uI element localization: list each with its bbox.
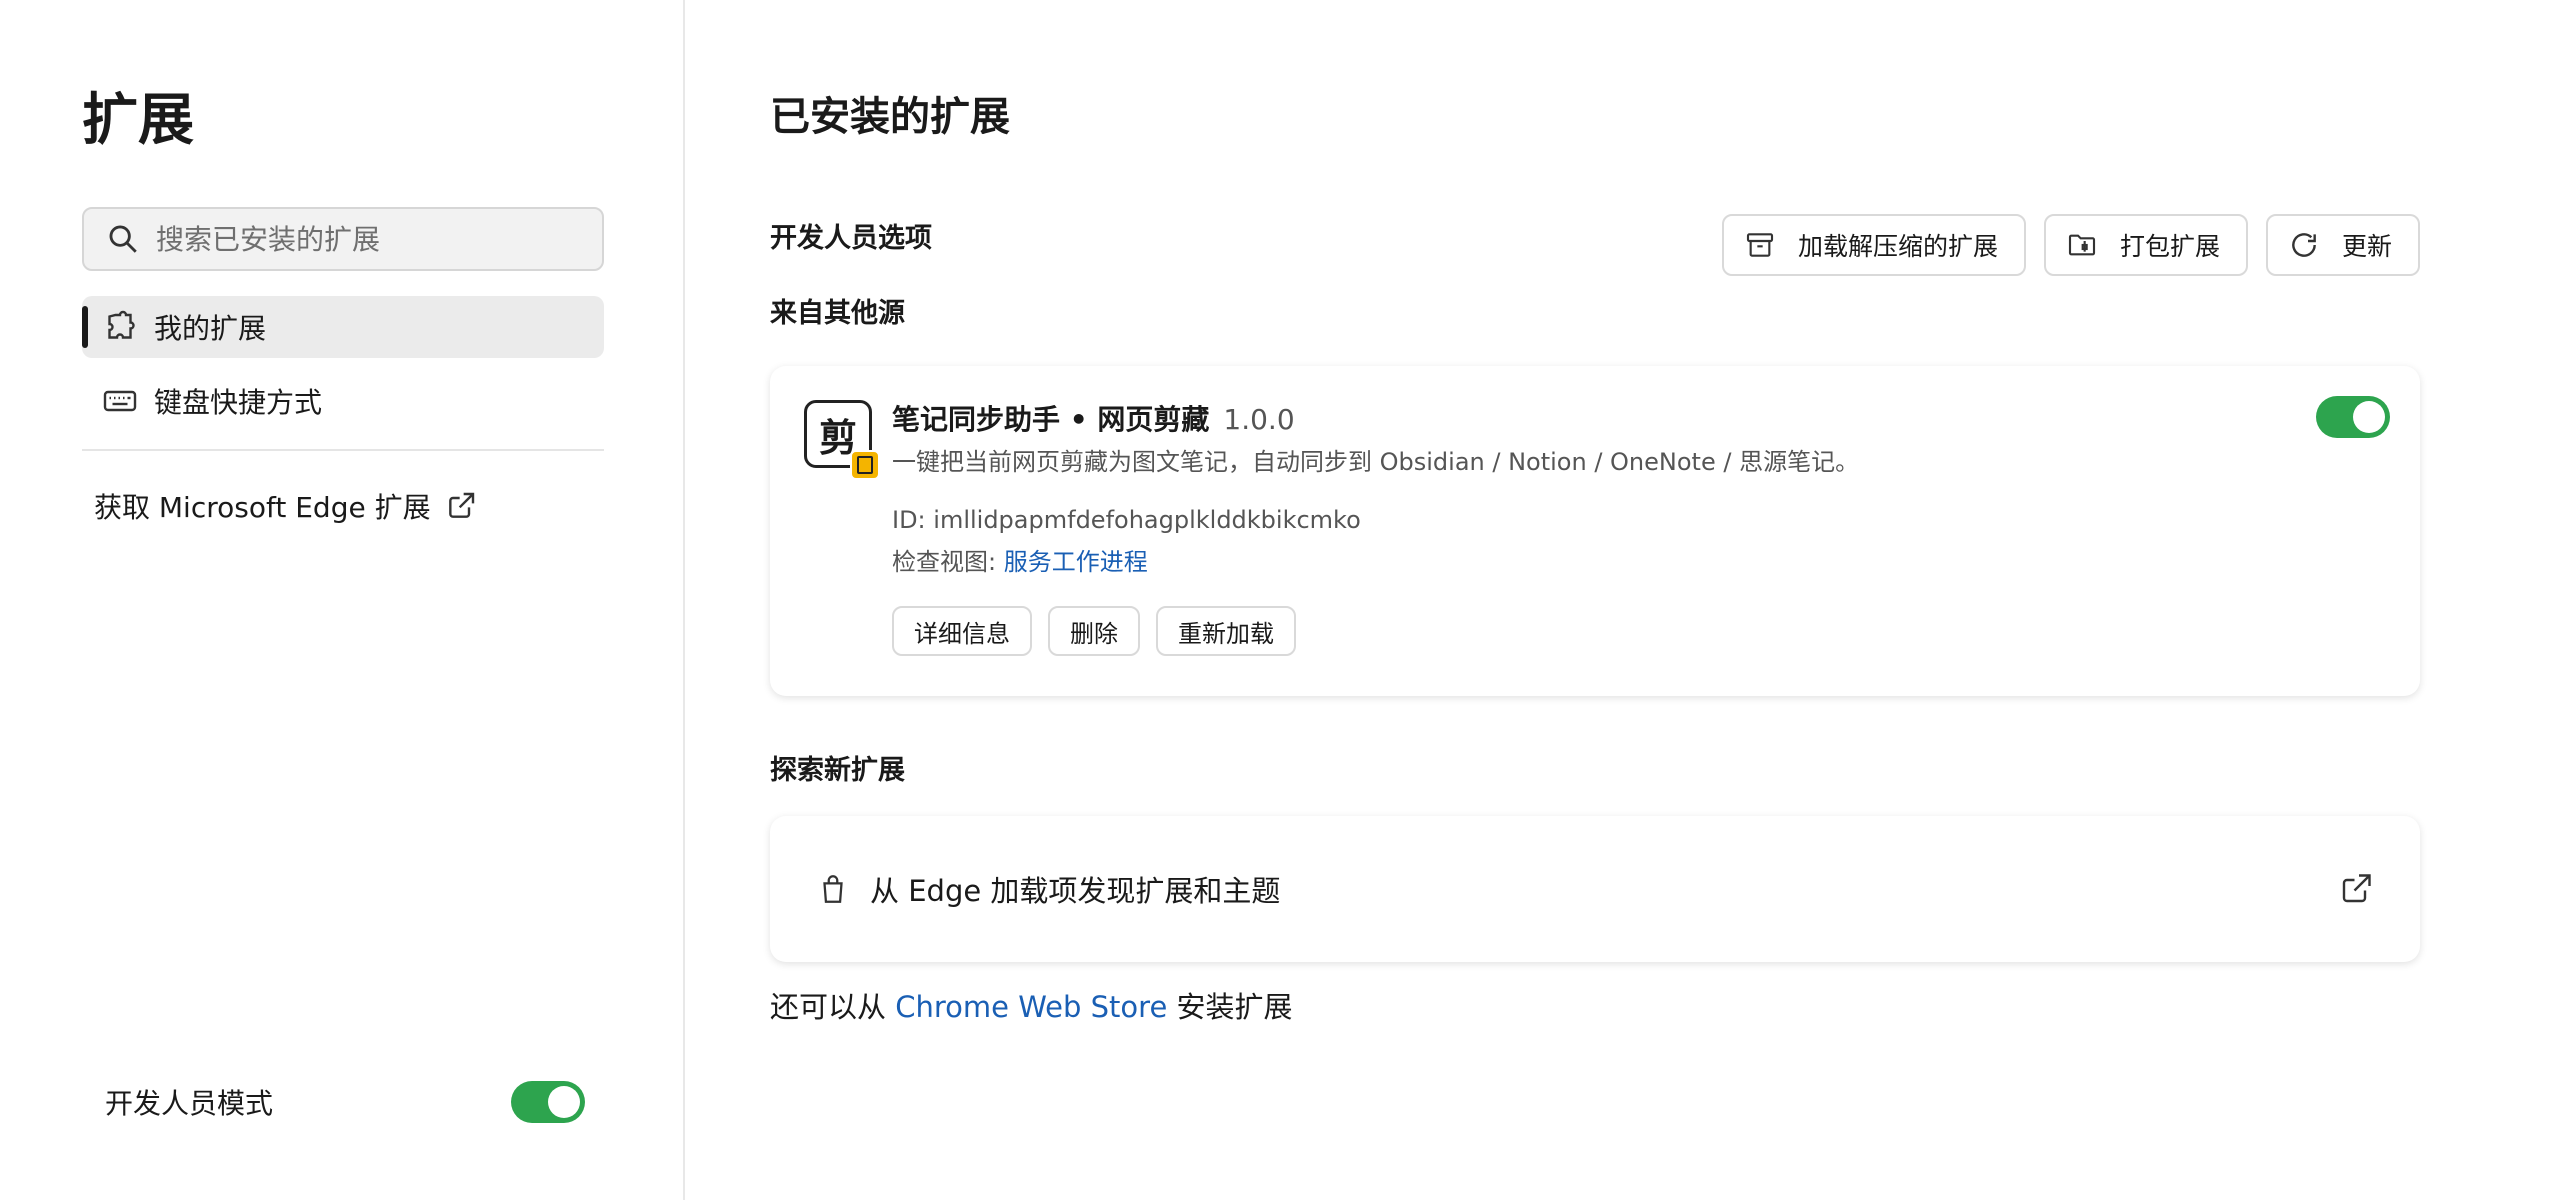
sidebar-item-label: 我的扩展 xyxy=(154,312,267,345)
extension-id: ID: imllidpapmfdefohagplklddkbikcmko xyxy=(892,506,1361,534)
extension-version: 1.0.0 xyxy=(1223,403,1295,436)
external-link-icon xyxy=(448,492,474,518)
extension-enable-toggle[interactable] xyxy=(2316,396,2390,438)
extension-name: 笔记同步助手 • 网页剪藏 xyxy=(892,403,1210,436)
search-box[interactable] xyxy=(82,207,604,271)
pack-extension-label: 打包扩展 xyxy=(2119,232,2220,261)
external-link-icon xyxy=(2342,874,2371,903)
archive-icon xyxy=(1746,233,1774,257)
chrome-web-store-link[interactable]: Chrome Web Store xyxy=(895,990,1167,1024)
from-other-sources-heading: 来自其他源 xyxy=(770,298,905,329)
explore-heading: 探索新扩展 xyxy=(770,755,905,786)
explore-card-text: 从 Edge 加载项发现扩展和主题 xyxy=(870,874,1281,908)
extension-actions: 详细信息 删除 重新加载 xyxy=(892,606,1296,656)
developer-mode-toggle[interactable] xyxy=(511,1081,585,1123)
get-extensions-link[interactable]: 获取 Microsoft Edge 扩展 xyxy=(94,486,477,526)
load-unpacked-button[interactable]: 加载解压缩的扩展 xyxy=(1721,214,2026,276)
sidebar-title: 扩展 xyxy=(82,88,194,153)
extension-header: 笔记同步助手 • 网页剪藏 1.0.0 xyxy=(892,398,1295,438)
sidebar-item-label: 键盘快捷方式 xyxy=(154,386,323,419)
developer-mode-row: 开发人员模式 xyxy=(105,1080,585,1124)
chrome-store-line: 还可以从 Chrome Web Store 安装扩展 xyxy=(770,984,1293,1026)
sidebar-item-keyboard-shortcuts[interactable]: 键盘快捷方式 xyxy=(82,370,604,432)
sidebar: 扩展 我的扩展 键盘快捷方式 获取 Microsoft Edge 扩展 开发人员… xyxy=(0,0,685,1200)
developer-mode-label: 开发人员模式 xyxy=(105,1087,274,1120)
sidebar-divider xyxy=(82,449,604,451)
update-label: 更新 xyxy=(2341,232,2392,261)
search-input[interactable] xyxy=(156,222,586,256)
extension-description: 一键把当前网页剪藏为图文笔记，自动同步到 Obsidian / Notion /… xyxy=(892,448,1860,476)
remove-button[interactable]: 删除 xyxy=(1048,606,1140,656)
store-prefix: 还可以从 xyxy=(770,990,887,1024)
developer-toolbar: 加载解压缩的扩展 打包扩展 更新 xyxy=(1721,214,2420,276)
inspect-views: 检查视图: 服务工作进程 xyxy=(892,542,1148,577)
keyboard-icon xyxy=(103,390,137,412)
inspect-views-prefix: 检查视图: xyxy=(892,548,997,576)
puzzle-icon xyxy=(108,310,135,339)
details-button[interactable]: 详细信息 xyxy=(892,606,1032,656)
reload-button[interactable]: 重新加载 xyxy=(1156,606,1296,656)
refresh-icon xyxy=(2292,233,2316,257)
page-title: 已安装的扩展 xyxy=(770,94,1010,140)
developer-options-heading: 开发人员选项 xyxy=(770,223,932,254)
load-unpacked-label: 加载解压缩的扩展 xyxy=(1797,232,1998,261)
extension-card: 剪 笔记同步助手 • 网页剪藏 1.0.0 一键把当前网页剪藏为图文笔记，自动同… xyxy=(770,366,2420,696)
pack-extension-button[interactable]: 打包扩展 xyxy=(2043,214,2248,276)
shopping-bag-icon xyxy=(823,875,843,903)
service-worker-link[interactable]: 服务工作进程 xyxy=(1004,548,1148,576)
main-content: 已安装的扩展 开发人员选项 加载解压缩的扩展 打包扩展 更新 来自其他源 剪 笔… xyxy=(770,0,2420,1200)
store-suffix: 安装扩展 xyxy=(1176,990,1293,1024)
sidebar-item-my-extensions[interactable]: 我的扩展 xyxy=(82,296,604,358)
note-badge-icon xyxy=(850,450,880,480)
search-icon xyxy=(109,225,137,253)
get-extensions-label: 获取 Microsoft Edge 扩展 xyxy=(94,491,431,524)
update-button[interactable]: 更新 xyxy=(2265,214,2420,276)
folder-zip-icon xyxy=(2068,234,2096,256)
explore-addons-card[interactable]: 从 Edge 加载项发现扩展和主题 xyxy=(770,816,2420,962)
